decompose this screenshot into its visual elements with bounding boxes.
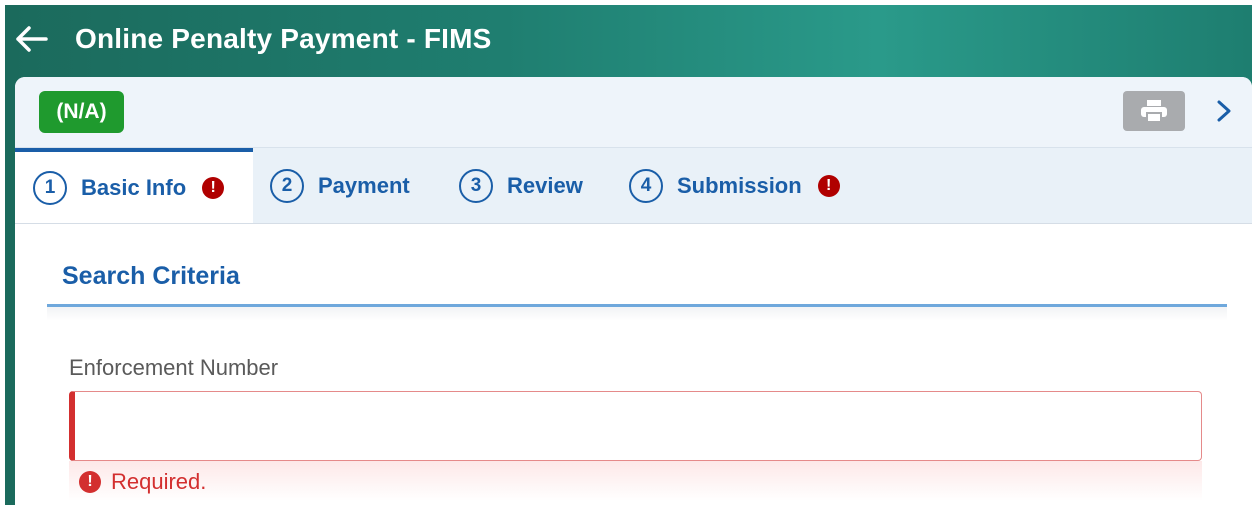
panel-header: (N/A) — [15, 77, 1252, 148]
tab-label: Payment — [318, 172, 410, 198]
tab-submission[interactable]: 4 Submission ! — [629, 148, 840, 223]
app-header: Online Penalty Payment - FIMS — [5, 5, 1252, 77]
enforcement-number-label: Enforcement Number — [69, 355, 279, 380]
section-title: Search Criteria — [62, 262, 240, 290]
status-badge: (N/A) — [39, 91, 124, 133]
tab-payment[interactable]: 2 Payment — [270, 148, 410, 223]
tab-label: Submission — [677, 172, 802, 198]
step-number: 1 — [33, 170, 67, 205]
tab-review[interactable]: 3 Review — [459, 148, 583, 223]
app-frame: Online Penalty Payment - FIMS (N/A) 1 Ba — [5, 5, 1252, 505]
validation-message: ! Required. — [79, 469, 206, 495]
tab-label: Basic Info — [81, 174, 187, 200]
arrow-left-icon — [16, 26, 48, 52]
error-icon: ! — [817, 174, 840, 197]
tab-label: Review — [507, 172, 583, 198]
error-glow — [69, 461, 1202, 501]
step-number: 2 — [270, 168, 304, 203]
back-button[interactable] — [11, 19, 51, 59]
step-number: 3 — [459, 168, 493, 203]
error-icon: ! — [79, 471, 101, 493]
error-icon: ! — [202, 176, 225, 199]
enforcement-number-input[interactable] — [69, 391, 1202, 461]
print-icon — [1141, 100, 1167, 123]
print-button[interactable] — [1123, 91, 1185, 131]
step-tabs: 1 Basic Info ! 2 Payment 3 Review 4 Subm… — [15, 148, 1252, 224]
page-title: Online Penalty Payment - FIMS — [75, 23, 492, 54]
error-text: Required. — [111, 469, 207, 494]
next-button[interactable] — [1207, 91, 1241, 131]
tab-basic-info[interactable]: 1 Basic Info ! — [15, 148, 253, 223]
chevron-right-icon — [1217, 100, 1231, 122]
section-shadow — [47, 307, 1227, 321]
content-panel: (N/A) 1 Basic Info ! 2 Payment 3 Review … — [15, 77, 1252, 505]
step-number: 4 — [629, 168, 663, 203]
